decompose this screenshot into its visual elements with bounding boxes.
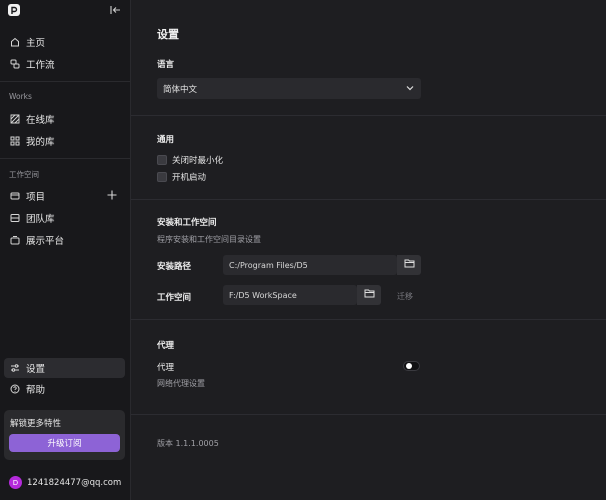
chevron-down-icon — [406, 84, 414, 94]
launch-on-startup-option[interactable]: 开机启动 — [157, 171, 206, 183]
install-path-value: C:/Program Files/D5 — [229, 260, 308, 270]
proxy-label: 代理 — [157, 363, 175, 373]
user-email: 1241824477@qq.com — [27, 477, 122, 488]
upgrade-card: 解锁更多特性 升级订阅 — [4, 410, 125, 460]
avatar: D — [9, 476, 22, 489]
workspace-path-field[interactable]: F:/D5 WorkSpace — [223, 285, 357, 305]
install-path-label: 安装路径 — [157, 262, 192, 272]
install-path-browse-button[interactable] — [397, 255, 421, 275]
general-heading: 通用 — [157, 135, 175, 145]
section-divider — [131, 319, 606, 320]
nav-item-help[interactable]: 帮助 — [4, 379, 125, 399]
workspace-path-value: F:/D5 WorkSpace — [229, 290, 297, 300]
online-library-icon — [9, 114, 20, 125]
project-icon — [9, 191, 20, 202]
settings-icon — [9, 363, 20, 374]
section-divider — [131, 199, 606, 200]
nav-item-home[interactable]: 主页 — [4, 32, 125, 52]
checkbox-label: 关闭时最小化 — [172, 156, 224, 166]
app-logo-icon[interactable] — [8, 4, 20, 16]
section-divider — [131, 115, 606, 116]
my-library-icon — [9, 136, 20, 147]
minimize-on-close-checkbox[interactable] — [157, 155, 167, 165]
proxy-description: 网络代理设置 — [157, 379, 205, 388]
workflow-icon — [9, 59, 20, 70]
upgrade-title: 解锁更多特性 — [10, 419, 62, 429]
nav-item-label: 在线库 — [26, 115, 55, 126]
page-title: 设置 — [157, 28, 179, 41]
nav-item-label: 项目 — [26, 192, 46, 203]
collapse-sidebar-icon[interactable] — [109, 4, 121, 16]
help-icon — [9, 384, 20, 395]
settings-panel: 设置 语言 简体中文 通用 关闭时最小化 开机启动 安装和工作空间 程序安装和工… — [131, 0, 606, 500]
proxy-toggle[interactable] — [403, 361, 420, 371]
nav-item-label: 主页 — [26, 38, 46, 49]
nav-item-workflow[interactable]: 工作流 — [4, 54, 125, 74]
toggle-knob — [406, 363, 412, 369]
launch-on-startup-checkbox[interactable] — [157, 172, 167, 182]
folder-icon — [404, 259, 415, 271]
nav-item-label: 设置 — [26, 364, 46, 375]
showcase-icon — [9, 235, 20, 246]
install-workspace-description: 程序安装和工作空间目录设置 — [157, 235, 261, 244]
nav-item-label: 帮助 — [26, 385, 46, 396]
add-project-icon[interactable] — [106, 189, 118, 201]
install-workspace-heading: 安装和工作空间 — [157, 218, 217, 228]
upgrade-subscription-button[interactable]: 升级订阅 — [9, 434, 120, 452]
sidebar-divider — [0, 158, 131, 159]
language-select-value: 简体中文 — [163, 84, 198, 95]
workspace-section-label: 工作空间 — [9, 170, 39, 179]
sidebar-divider — [0, 81, 131, 82]
proxy-heading: 代理 — [157, 341, 175, 351]
user-account[interactable]: D 1241824477@qq.com — [9, 476, 121, 489]
nav-item-team-library[interactable]: 团队库 — [4, 208, 125, 228]
nav-item-my-library[interactable]: 我的库 — [4, 131, 125, 151]
nav-item-label: 工作流 — [26, 60, 55, 71]
version-text: 版本 1.1.1.0005 — [157, 439, 219, 448]
works-section-label: Works — [9, 92, 32, 101]
workspace-path-browse-button[interactable] — [357, 285, 381, 305]
nav-item-showcase[interactable]: 展示平台 — [4, 230, 125, 250]
nav-item-online-library[interactable]: 在线库 — [4, 109, 125, 129]
sidebar: 主页 工作流 Works 在线库 我的库 工作空间 项目 团队库 展示平台 设置… — [0, 0, 131, 500]
install-path-field[interactable]: C:/Program Files/D5 — [223, 255, 397, 275]
home-icon — [9, 37, 20, 48]
app-window: 主页 工作流 Works 在线库 我的库 工作空间 项目 团队库 展示平台 设置… — [0, 0, 606, 500]
migrate-button[interactable]: 迁移 — [397, 291, 413, 302]
checkbox-label: 开机启动 — [172, 173, 207, 183]
language-heading: 语言 — [157, 60, 175, 70]
nav-item-settings[interactable]: 设置 — [4, 358, 125, 378]
language-select[interactable]: 简体中文 — [157, 78, 421, 99]
folder-icon — [364, 289, 375, 301]
team-library-icon — [9, 213, 20, 224]
nav-item-label: 展示平台 — [26, 236, 65, 247]
nav-item-label: 团队库 — [26, 214, 55, 225]
minimize-on-close-option[interactable]: 关闭时最小化 — [157, 154, 223, 166]
section-divider — [131, 414, 606, 415]
nav-item-label: 我的库 — [26, 137, 55, 148]
workspace-path-label: 工作空间 — [157, 293, 192, 303]
